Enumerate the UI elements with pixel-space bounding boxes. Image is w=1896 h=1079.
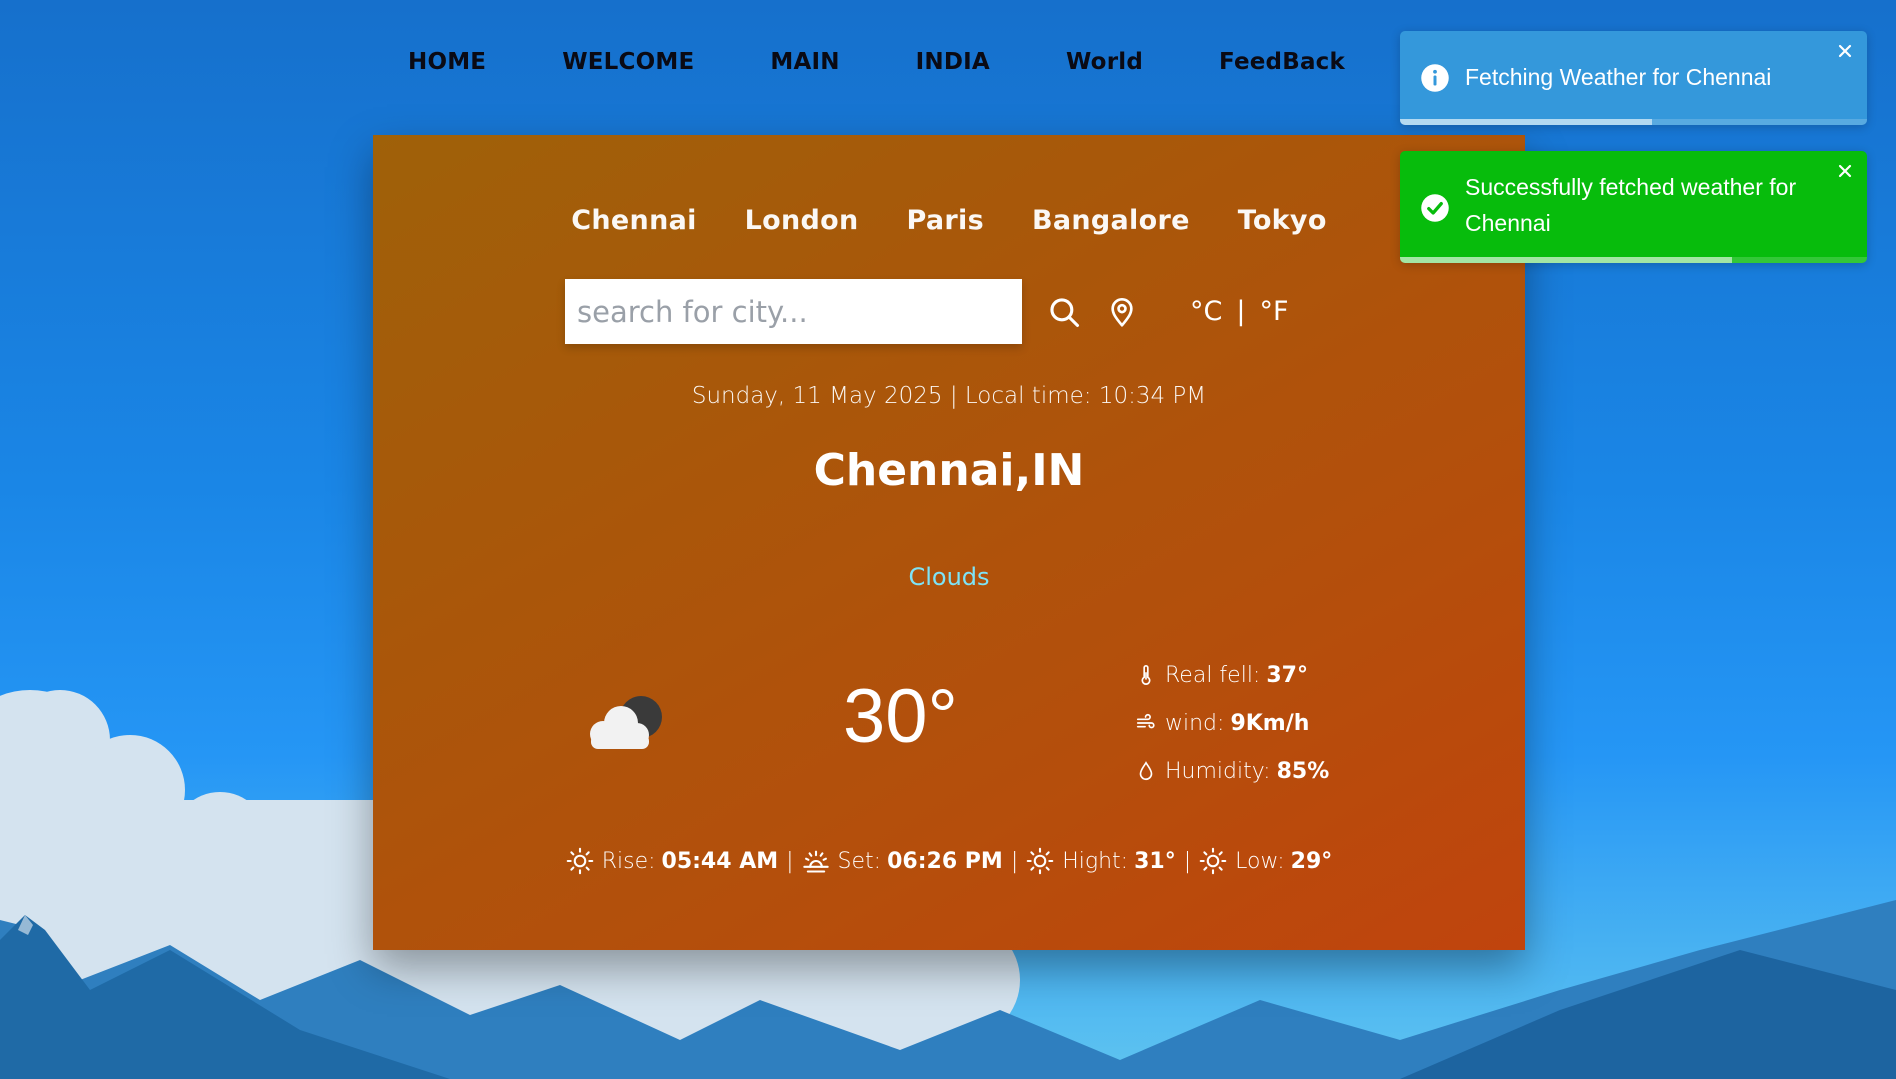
- cloud-night-icon: [590, 696, 662, 749]
- separator: |: [1183, 848, 1192, 874]
- local-datetime: Sunday, 11 May 2025 | Local time: 10:34 …: [691, 383, 1207, 409]
- search-icon[interactable]: [1044, 292, 1084, 332]
- real-feel-value: 37°: [1266, 662, 1308, 688]
- real-feel-row: Real fell: 37°: [1135, 651, 1329, 699]
- sun-icon: [1026, 847, 1054, 875]
- humidity-value: 85%: [1276, 758, 1330, 784]
- sunrise-label: Rise:: [601, 848, 656, 874]
- low-temp-value: 29°: [1290, 848, 1333, 874]
- nav-main[interactable]: MAIN: [770, 49, 839, 75]
- city-link-tokyo[interactable]: Tokyo: [1238, 205, 1327, 236]
- sunrise-item: Rise: 05:44 AM: [566, 847, 778, 875]
- nav-world[interactable]: World: [1066, 49, 1143, 75]
- toast-success[interactable]: Successfully fetched weather for Chennai: [1400, 151, 1867, 263]
- city-link-london[interactable]: London: [745, 205, 859, 236]
- toast-progress-bar: [1400, 257, 1732, 263]
- unit-separator: |: [1236, 296, 1246, 327]
- sunset-item: Set: 06:26 PM: [802, 847, 1003, 875]
- unit-switch: °C | °F: [1190, 296, 1289, 327]
- wind-value: 9Km/h: [1230, 710, 1310, 736]
- sun-icon: [566, 847, 594, 875]
- water-drop-icon: [1139, 761, 1153, 780]
- search-row: °C | °F: [565, 279, 1289, 344]
- high-temp-value: 31°: [1134, 848, 1176, 874]
- low-temp-item: Low: 29°: [1199, 847, 1332, 875]
- unit-celsius-button[interactable]: °C: [1190, 296, 1222, 327]
- sunset-value: 06:26 PM: [887, 848, 1003, 874]
- toast-message: Successfully fetched weather for Chennai: [1465, 174, 1797, 236]
- nav-welcome[interactable]: WELCOME: [562, 49, 694, 75]
- city-link-paris[interactable]: Paris: [907, 205, 984, 236]
- city-link-bangalore[interactable]: Bangalore: [1032, 205, 1190, 236]
- nav-home[interactable]: HOME: [408, 49, 486, 75]
- sunset-icon: [802, 850, 829, 873]
- weather-details: Real fell: 37° wind: 9Km/h Humidity: 85%: [1135, 651, 1329, 795]
- page: HOME WELCOME MAIN INDIA World FeedBack C…: [0, 0, 1896, 1079]
- sunrise-value: 05:44 AM: [661, 848, 779, 874]
- unit-fahrenheit-button[interactable]: °F: [1259, 296, 1288, 327]
- location-pin-icon[interactable]: [1102, 292, 1142, 332]
- low-temp-label: Low:: [1235, 848, 1285, 874]
- wind-label: wind:: [1165, 710, 1225, 736]
- thermometer-icon: [1141, 665, 1151, 685]
- wind-icon: [1136, 713, 1155, 729]
- city-link-chennai[interactable]: Chennai: [571, 205, 696, 236]
- nav-india[interactable]: INDIA: [916, 49, 990, 75]
- separator: |: [786, 848, 794, 874]
- toast-info[interactable]: Fetching Weather for Chennai: [1400, 31, 1867, 125]
- wind-row: wind: 9Km/h: [1135, 699, 1329, 747]
- toast-progress-bar: [1400, 119, 1653, 125]
- close-icon[interactable]: [1835, 41, 1855, 61]
- weather-card: Chennai London Paris Bangalore Tokyo sea…: [373, 135, 1525, 950]
- sunset-label: Set:: [837, 848, 882, 874]
- close-icon[interactable]: [1835, 161, 1855, 181]
- separator: |: [1010, 848, 1019, 874]
- humidity-label: Humidity:: [1165, 758, 1271, 784]
- toast-message: Fetching Weather for Chennai: [1465, 64, 1772, 90]
- top-navigation: HOME WELCOME MAIN INDIA World FeedBack: [380, 40, 1444, 84]
- high-temp-label: Hight:: [1062, 848, 1129, 874]
- real-feel-label: Real fell:: [1165, 662, 1261, 688]
- search-input[interactable]: [565, 279, 1022, 344]
- check-circle-icon: [1421, 194, 1449, 222]
- sun-info-row: Rise: 05:44 AM | Set: 06:26 PM | Hight: …: [373, 847, 1525, 875]
- temperature-value: 30°: [843, 674, 958, 759]
- info-icon: [1421, 64, 1449, 92]
- humidity-row: Humidity: 85%: [1135, 747, 1329, 795]
- weather-condition: Clouds: [908, 563, 990, 591]
- sun-icon: [1199, 847, 1227, 875]
- high-temp-item: Hight: 31°: [1026, 847, 1176, 875]
- city-title: Chennai,IN: [813, 445, 1085, 496]
- nav-feedback[interactable]: FeedBack: [1219, 49, 1345, 75]
- quick-city-links: Chennai London Paris Bangalore Tokyo: [373, 205, 1525, 236]
